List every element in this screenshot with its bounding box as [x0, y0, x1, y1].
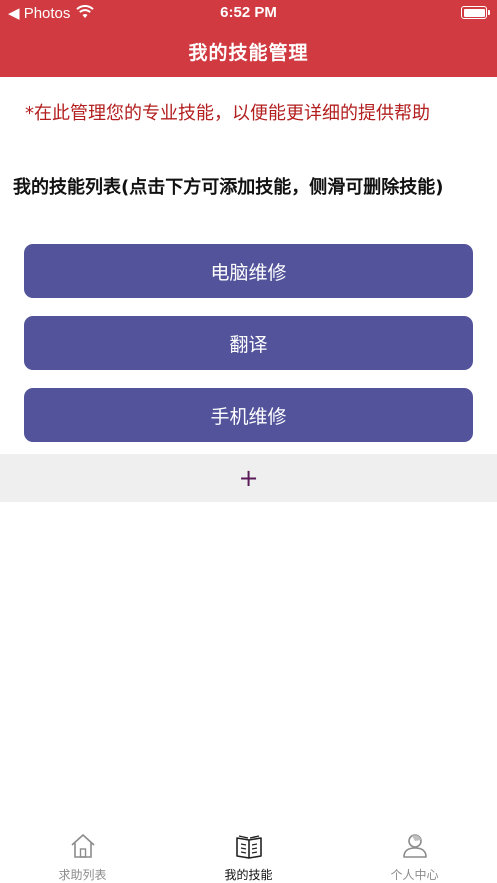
skill-list: 电脑维修 翻译 手机维修	[24, 244, 473, 460]
battery-icon	[461, 6, 490, 19]
skill-item[interactable]: 手机维修	[24, 388, 473, 442]
book-icon	[235, 835, 262, 859]
tab-label: 求助列表	[58, 868, 107, 882]
home-icon	[70, 834, 95, 858]
skill-item[interactable]: 电脑维修	[24, 244, 473, 298]
navigation-bar: 我的技能管理	[0, 26, 497, 77]
notice-text: *在此管理您的专业技能，以便能更详细的提供帮助	[25, 103, 430, 124]
tab-help-list[interactable]: 求助列表	[0, 824, 165, 883]
skill-list-title: 我的技能列表(点击下方可添加技能，侧滑可删除技能)	[13, 177, 444, 198]
status-time: 6:52 PM	[220, 4, 277, 21]
person-icon	[402, 834, 427, 858]
tab-my-skills[interactable]: 我的技能	[166, 824, 331, 883]
skill-item[interactable]: 翻译	[24, 316, 473, 370]
add-skill-button[interactable]: +	[0, 454, 497, 502]
tab-label: 个人中心	[390, 868, 439, 882]
tab-bar: 求助列表 我的技能 个人中心	[0, 824, 497, 883]
page-title: 我的技能管理	[188, 42, 309, 64]
tab-profile[interactable]: 个人中心	[332, 824, 497, 883]
status-bar: ◀ Photos 6:52 PM	[0, 0, 497, 26]
tab-label: 我的技能	[224, 868, 273, 882]
